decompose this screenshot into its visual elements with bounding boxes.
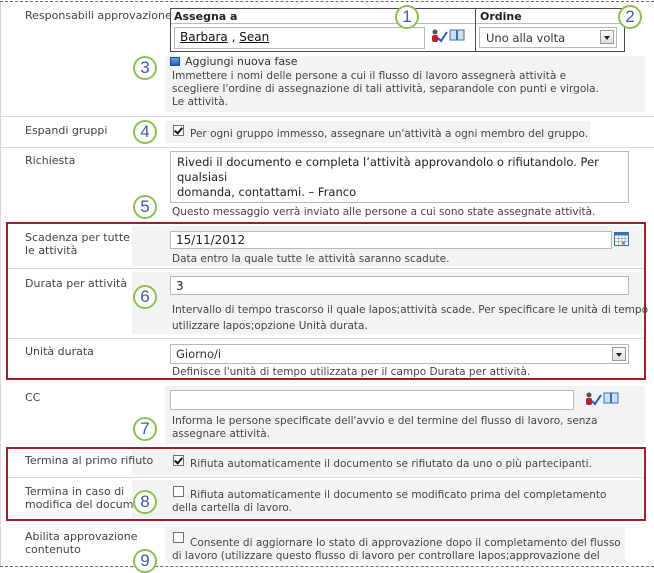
callout-3: 3 [133,56,157,80]
callout-5: 5 [133,195,157,219]
row-separator [0,147,654,148]
callout-9: 9 [133,549,157,573]
end-first-reject-checkbox[interactable] [173,455,184,466]
request-line-2: domanda, contattami. – Franco [177,185,357,199]
request-desc: Questo messaggio verrà inviato alle pers… [172,206,596,218]
address-book-icon[interactable] [603,392,619,404]
duration-desc-1: Intervallo di tempo trascorso il quale l… [172,304,649,316]
row-separator [8,338,644,339]
content-approval-checkbox[interactable] [173,532,184,543]
end-on-change-label-2: modifica del documen [25,498,148,511]
expand-groups-text: Per ogni gruppo immesso, assegnare un'at… [190,128,589,140]
check-names-icon[interactable] [430,29,448,43]
content-approval-label-2: contenuto [25,543,81,556]
callout-2: 2 [618,5,642,29]
top-dashed-border [0,1,654,2]
cc-label: CC [25,391,41,404]
callout-7: 7 [133,417,157,441]
address-book-icon[interactable] [449,29,465,41]
order-select-value: Uno alla volta [486,31,566,45]
duration-units-desc: Definisce l'unità di tempo utilizzata pe… [172,366,531,378]
assign-to-input[interactable]: Barbara , Sean [174,27,425,49]
request-line-1: Rivedi il documento e completa l’attivit… [177,155,599,184]
approvers-desc-2: scegliere l'ordine di assegnazione di ta… [172,83,599,95]
order-select[interactable]: Uno alla volta [479,27,617,48]
due-date-input[interactable]: 15/11/2012 [170,231,612,249]
bottom-dashed-border [0,566,654,567]
approvers-desc-3: Le attività. [172,96,229,108]
add-stage-icon[interactable] [170,57,180,66]
request-textarea[interactable]: Rivedi il documento e completa l’attivit… [170,151,629,203]
people-separator: , [227,30,240,44]
end-on-change-text-1: Rifiuta automaticamente il documento se … [190,489,607,501]
content-approval-text-2: di lavoro (utilizzare questo flusso di l… [172,550,600,562]
callout-8: 8 [133,490,157,514]
person-sean[interactable]: Sean [239,30,269,44]
content-approval-label-1: Abilita approvazione [25,530,138,543]
cc-input[interactable] [170,390,574,410]
calendar-icon[interactable] [614,232,629,246]
assign-to-header: Assegna a [174,10,238,23]
expand-groups-checkbox[interactable] [173,125,184,136]
duration-label: Durata per attività [25,277,128,290]
chevron-down-icon[interactable] [612,347,626,361]
content-approval-text-1: Consente di aggiornare lo stato di appro… [190,537,621,549]
row-separator [8,477,644,478]
due-date-label-2: le attività [25,244,78,257]
end-on-change-label-1: Termina in caso di [25,485,125,498]
due-date-label-1: Scadenza per tutte [25,231,130,244]
duration-units-value: Giorno/i [176,347,222,361]
duration-desc-2: utilizzare lapos;opzione Unità durata. [172,320,368,332]
approvers-label: Responsabili approvazione [25,9,172,22]
person-barbara[interactable]: Barbara [180,30,228,44]
end-first-reject-text: Rifiuta automaticamente il documento se … [190,458,592,470]
duration-units-label: Unità durata [25,345,94,358]
due-date-desc: Data entro la quale tutte le attività sa… [172,253,450,265]
cc-desc-2: assegnare attività. [172,428,271,440]
end-first-reject-label: Termina al primo rifiuto [25,454,154,467]
cc-desc-1: Informa le persone specificate dell'avvi… [172,415,598,427]
duration-units-select[interactable]: Giorno/i [170,344,629,364]
order-header: Ordine [480,10,522,23]
table-column-separator [475,9,476,51]
duration-input[interactable]: 3 [170,276,629,295]
add-stage-link[interactable]: Aggiungi nuova fase [185,55,298,68]
callout-1: 1 [395,5,419,29]
row-separator [8,268,644,269]
chevron-down-icon[interactable] [600,30,614,44]
left-border [0,2,1,566]
check-names-icon[interactable] [584,392,602,406]
end-on-change-checkbox[interactable] [173,486,184,497]
expand-groups-label: Espandi gruppi [25,124,108,137]
callout-4: 4 [133,120,157,144]
end-on-change-text-2: della cartella di lavoro. [172,502,293,514]
callout-6: 6 [133,285,157,309]
row-separator [0,116,654,117]
approvers-desc-1: Immettere i nomi delle persone a cui il … [172,70,567,82]
request-label: Richiesta [25,154,76,167]
